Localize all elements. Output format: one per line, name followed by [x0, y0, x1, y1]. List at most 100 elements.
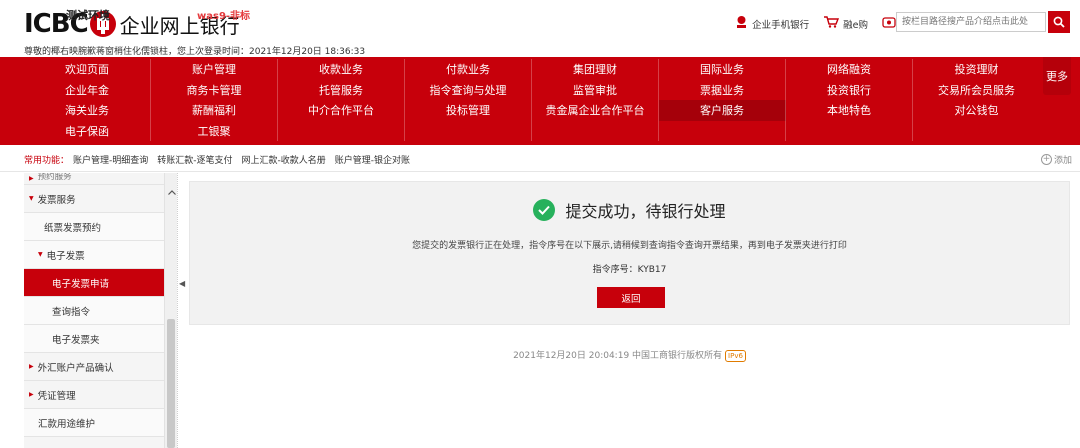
- sidebar-item-e-invoice-folder[interactable]: 电子发票夹: [24, 325, 164, 353]
- instruction-ref: 指令序号：KYB17: [190, 262, 1069, 275]
- nav-item-exchange-member[interactable]: 交易所会员服务: [913, 80, 1040, 101]
- nav-item-bidding[interactable]: 投标管理: [405, 100, 532, 121]
- cart-icon: [823, 16, 840, 31]
- sidebar-item-query-instruction[interactable]: 查询指令: [24, 297, 164, 325]
- demo-icon: [882, 16, 896, 31]
- footer: 2021年12月20日 20:04:19 中国工商银行版权所有 IPv6: [189, 348, 1070, 362]
- sidebar-item-paper-invoice[interactable]: 纸票发票预约: [24, 213, 164, 241]
- sidebar-item-label: 发票服务: [37, 194, 76, 206]
- nav-item-welcome[interactable]: 欢迎页面: [24, 59, 151, 80]
- nav-item-agency-platform[interactable]: 中介合作平台: [278, 100, 405, 121]
- ipv6-badge: IPv6: [725, 350, 746, 362]
- sidebar-item-label: 电子发票申请: [52, 278, 110, 290]
- success-title: 提交成功，待银行处理: [565, 202, 726, 221]
- favorite-link[interactable]: 账户管理-银企对账: [335, 153, 410, 166]
- main-nav: 欢迎页面 账户管理 收款业务 付款业务 集团理财 国际业务 网络融资 投资理财 …: [0, 57, 1080, 145]
- nav-item-business-card[interactable]: 商务卡管理: [151, 79, 278, 100]
- expand-triangle-icon: ▶: [29, 175, 34, 182]
- phone-icon: [735, 15, 748, 32]
- nav-item-corporate-wallet[interactable]: 对公钱包: [913, 100, 1040, 121]
- sidebar-scrollbar[interactable]: [164, 173, 177, 448]
- nav-empty-cell: [278, 120, 405, 141]
- footer-text: 2021年12月20日 20:04:19 中国工商银行版权所有: [513, 351, 723, 361]
- nav-item-bills[interactable]: 票据业务: [659, 79, 786, 100]
- favorite-link[interactable]: 转账汇款-逐笔支付: [157, 153, 232, 166]
- header: ICBC 企业网上银行 测试环境 was9-非标 尊敬的椰右映腕歉蒋窗梢住化儒锁…: [0, 0, 1080, 57]
- sidebar-splitter[interactable]: ◀: [177, 173, 185, 448]
- sidebar-item-voucher[interactable]: ▶ 凭证管理: [24, 381, 164, 409]
- favorite-link[interactable]: 网上汇款-收款人名册: [242, 153, 326, 166]
- success-row: 提交成功，待银行处理: [190, 198, 1069, 222]
- nav-grid: 欢迎页面 账户管理 收款业务 付款业务 集团理财 国际业务 网络融资 投资理财 …: [24, 59, 1040, 141]
- result-message: 您提交的发票银行正在处理，指令序号在以下展示,请稍候到查询指令查询开票结果，再到…: [412, 241, 847, 251]
- nav-empty-cell: [659, 120, 786, 141]
- sidebar-item-label: 纸票发票预约: [44, 222, 102, 234]
- success-check-icon: [533, 199, 556, 221]
- nav-item-online-financing[interactable]: 网络融资: [786, 59, 913, 80]
- favorites-label: 常用功能：: [24, 156, 70, 166]
- sidebar-item-label: 查询指令: [52, 306, 91, 318]
- result-panel: 提交成功，待银行处理 您提交的发票银行正在处理，指令序号在以下展示,请稍候到查询…: [189, 181, 1070, 325]
- nav-item-icbc-ju[interactable]: 工银聚: [151, 120, 278, 141]
- sidebar-item-label: 外汇账户产品确认: [37, 362, 114, 374]
- sidebar-item-e-invoice-apply[interactable]: 电子发票申请: [24, 269, 164, 297]
- nav-empty-cell: [532, 120, 659, 141]
- search-input[interactable]: [896, 12, 1046, 32]
- nav-item-payroll[interactable]: 薪酬福利: [151, 100, 278, 121]
- mobile-bank-link[interactable]: 企业手机银行: [735, 15, 809, 32]
- sidebar-item-label: 凭证管理: [37, 390, 76, 402]
- e-shop-link[interactable]: 融e购: [823, 16, 868, 31]
- sidebar-item-appointment[interactable]: ▶ 预约服务: [24, 173, 164, 185]
- expand-triangle-icon: ▶: [29, 391, 34, 398]
- scroll-thumb[interactable]: [167, 319, 175, 448]
- more-button[interactable]: 更多: [1043, 57, 1071, 95]
- nav-item-local-features[interactable]: 本地特色: [786, 100, 913, 121]
- mobile-bank-label: 企业手机银行: [752, 19, 810, 31]
- plus-circle-icon: +: [1040, 154, 1052, 165]
- nav-item-custody[interactable]: 托管服务: [278, 79, 405, 100]
- nav-empty-cell: [786, 120, 913, 141]
- search-icon: [1053, 16, 1065, 28]
- e-shop-label: 融e购: [843, 19, 868, 31]
- sidebar-item-fx-product[interactable]: ▶ 外汇账户产品确认: [24, 353, 164, 381]
- sidebar-item-e-invoice[interactable]: ▼ 电子发票: [24, 241, 164, 269]
- ref-label: 指令序号：: [592, 265, 638, 275]
- nav-item-account[interactable]: 账户管理: [151, 59, 278, 80]
- nav-item-receipts[interactable]: 收款业务: [278, 59, 405, 80]
- sidebar-menu: ▶ 预约服务 ▼ 发票服务 纸票发票预约 ▼ 电子发票 电子发票申请 查询指令 电子发…: [24, 173, 164, 448]
- sidebar-item-label: 电子发票夹: [52, 334, 100, 346]
- nav-item-international[interactable]: 国际业务: [659, 59, 786, 80]
- expand-triangle-icon: ▶: [29, 363, 34, 370]
- ref-value: KYB17: [637, 265, 667, 275]
- nav-item-regulatory[interactable]: 监管审批: [532, 79, 659, 100]
- nav-item-e-guarantee[interactable]: 电子保函: [24, 120, 151, 141]
- test-env-label: 测试环境: [66, 9, 110, 22]
- favorite-link[interactable]: 账户管理-明细查询: [73, 153, 148, 166]
- collapse-left-icon[interactable]: ◀: [179, 279, 185, 288]
- add-favorite-button[interactable]: + 添加: [1040, 153, 1072, 166]
- nav-item-customer-service[interactable]: 客户服务: [659, 100, 786, 121]
- nav-item-precious-metals[interactable]: 贵金属企业合作平台: [532, 100, 659, 121]
- add-favorite-label: 添加: [1053, 156, 1072, 166]
- favorites-bar: 常用功能： 账户管理-明细查询 转账汇款-逐笔支付 网上汇款-收款人名册 账户管…: [0, 148, 1080, 172]
- env-tag: was9-非标: [197, 11, 251, 22]
- nav-item-investment-banking[interactable]: 投资银行: [786, 79, 913, 100]
- nav-empty-cell: [913, 121, 1040, 142]
- nav-item-customs[interactable]: 海关业务: [24, 100, 151, 121]
- sidebar-item-remittance-purpose[interactable]: 汇款用途维护: [24, 409, 164, 437]
- nav-item-group-finance[interactable]: 集团理财: [532, 59, 659, 80]
- sidebar-item-label: 汇款用途维护: [38, 418, 96, 430]
- nav-item-annuity[interactable]: 企业年金: [24, 79, 151, 100]
- nav-item-instruction-query[interactable]: 指令查询与处理: [405, 79, 532, 100]
- search-button[interactable]: [1048, 11, 1070, 33]
- nav-item-investment[interactable]: 投资理财: [913, 59, 1040, 80]
- nav-empty-cell: [405, 120, 532, 141]
- back-button[interactable]: 返回: [597, 287, 665, 308]
- collapse-triangle-icon: ▼: [29, 195, 34, 202]
- sidebar-item-label: 电子发票: [46, 250, 85, 262]
- collapse-triangle-icon: ▼: [38, 251, 43, 258]
- nav-item-payments[interactable]: 付款业务: [405, 59, 532, 80]
- sidebar-item-invoice-service[interactable]: ▼ 发票服务: [24, 185, 164, 213]
- login-info: 尊敬的椰右映腕歉蒋窗梢住化儒锁柱，您上次登录时间：2021年12月20日 18:…: [24, 47, 366, 57]
- sidebar-item-label: 预约服务: [37, 173, 72, 182]
